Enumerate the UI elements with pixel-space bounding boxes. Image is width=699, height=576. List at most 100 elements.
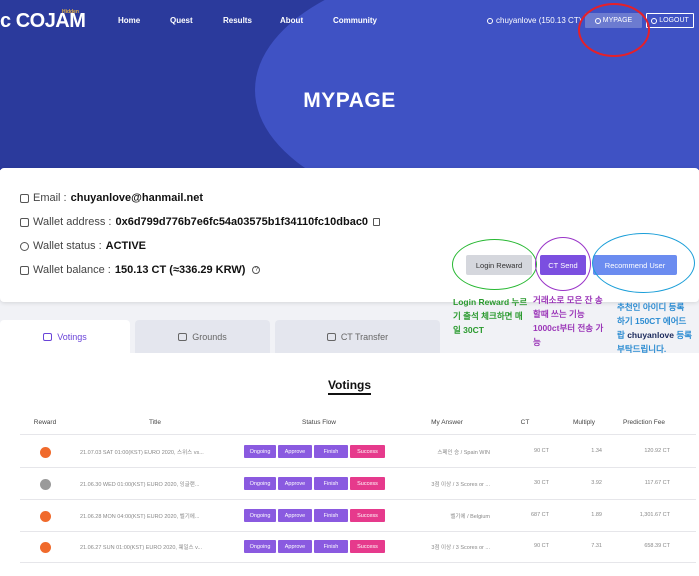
row-ct: 30 CT bbox=[534, 480, 549, 486]
tab-grounds-label: Grounds bbox=[192, 332, 227, 342]
annotation-note-green: Login Reward 누르기 출석 체크하면 매일 30CT bbox=[453, 297, 528, 335]
row-multiply: 3.92 bbox=[591, 480, 602, 486]
status-flow: Ongoing Approve Finish Success bbox=[244, 540, 385, 553]
page-title: MYPAGE bbox=[303, 89, 396, 112]
logout-icon bbox=[651, 17, 658, 24]
status-ongoing: Ongoing bbox=[244, 477, 276, 490]
table-row[interactable]: 21.06.27 SUN 01:00(KST) EURO 2020, 웨일스 v… bbox=[0, 532, 699, 562]
status-approve: Approve bbox=[278, 540, 312, 553]
col-prediction-fee: Prediction Fee bbox=[623, 419, 665, 426]
row-divider bbox=[20, 499, 696, 500]
row-divider bbox=[20, 467, 696, 468]
table-row[interactable]: 21.06.30 WED 01:00(KST) EURO 2020, 잉글랜..… bbox=[0, 469, 699, 499]
user-balance-text: chuyanlove (150.13 CT) bbox=[496, 16, 582, 25]
col-ct: CT bbox=[520, 419, 530, 426]
col-reward: Reward bbox=[33, 419, 57, 426]
reward-indicator bbox=[40, 542, 51, 553]
row-ct: 90 CT bbox=[534, 543, 549, 549]
nav-quest[interactable]: Quest bbox=[170, 16, 193, 25]
wallet-address-label: Wallet address : bbox=[33, 216, 112, 228]
reward-indicator bbox=[40, 511, 51, 522]
wallet-status-value: ACTIVE bbox=[105, 240, 147, 252]
annotation-note-blue: 추천인 아이디 등록 하기 150CT 에어드랍 chuyanlove 등록 부… bbox=[617, 300, 692, 356]
status-finish: Finish bbox=[314, 477, 348, 490]
row-title: 21.06.28 MON 04:00(KST) EURO 2020, 벨기에..… bbox=[80, 514, 200, 520]
grounds-icon bbox=[178, 333, 188, 341]
table-row[interactable]: 21.06.28 MON 04:00(KST) EURO 2020, 벨기에..… bbox=[0, 501, 699, 531]
email-row: Email : chuyanlove@hanmail.net bbox=[20, 192, 203, 204]
reward-indicator bbox=[40, 479, 51, 490]
status-ongoing: Ongoing bbox=[244, 445, 276, 458]
row-answer: 3점 이상 / 3 Scores or ... bbox=[431, 545, 490, 551]
wallet-balance-value: 150.13 CT (≈336.29 KRW) bbox=[114, 264, 246, 276]
nav-home[interactable]: Home bbox=[118, 16, 140, 25]
row-ct: 687 CT bbox=[530, 512, 549, 518]
account-card bbox=[0, 168, 699, 302]
status-success: Success bbox=[350, 477, 385, 490]
annotation-circle-purple bbox=[535, 237, 591, 291]
tab-ct-transfer[interactable]: CT Transfer bbox=[275, 320, 440, 354]
nav-community[interactable]: Community bbox=[333, 16, 377, 25]
logout-button[interactable]: LOGOUT bbox=[646, 13, 694, 28]
status-success: Success bbox=[350, 445, 385, 458]
user-balance: chuyanlove (150.13 CT) bbox=[487, 16, 581, 25]
col-multiply: Multiply bbox=[572, 419, 596, 426]
status-success: Success bbox=[350, 509, 385, 522]
email-icon bbox=[20, 193, 29, 203]
status-finish: Finish bbox=[314, 509, 348, 522]
tab-votings[interactable]: Votings bbox=[0, 320, 130, 354]
row-prediction-fee: 658.39 CT bbox=[644, 543, 670, 549]
nav-results[interactable]: Results bbox=[223, 16, 252, 25]
transfer-icon bbox=[326, 333, 336, 341]
wallet-address-value: 0x6d799d776b7e6fc54a03575b1f34110fc10dba… bbox=[115, 216, 369, 228]
row-prediction-fee: 120.92 CT bbox=[644, 448, 670, 454]
wallet-status-row: Wallet status : ACTIVE bbox=[20, 240, 146, 252]
email-value: chuyanlove@hanmail.net bbox=[70, 192, 203, 204]
status-success: Success bbox=[350, 540, 385, 553]
tab-votings-label: Votings bbox=[57, 332, 87, 342]
row-title: 21.06.30 WED 01:00(KST) EURO 2020, 잉글랜..… bbox=[80, 482, 200, 488]
annotation-note-blue-name: chuyanlove bbox=[627, 330, 674, 340]
row-multiply: 1.89 bbox=[591, 512, 602, 518]
wallet-address-row: Wallet address : 0x6d799d776b7e6fc54a035… bbox=[20, 216, 381, 228]
col-title: Title bbox=[148, 419, 162, 426]
logo-mark-icon: c bbox=[0, 10, 16, 32]
logout-label: LOGOUT bbox=[659, 17, 689, 24]
status-approve: Approve bbox=[278, 445, 312, 458]
status-icon bbox=[20, 241, 29, 251]
row-prediction-fee: 117.67 CT bbox=[644, 480, 670, 486]
row-multiply: 7.31 bbox=[591, 543, 602, 549]
logo-subtext: Hidden bbox=[62, 9, 79, 15]
votings-title-text: Votings bbox=[327, 378, 372, 395]
help-icon[interactable]: ? bbox=[252, 266, 261, 274]
row-multiply: 1.34 bbox=[591, 448, 602, 454]
table-row[interactable]: 21.07.03 SAT 01:00(KST) EURO 2020, 스위스 v… bbox=[0, 437, 699, 467]
row-answer: 벨기에 / Belgium bbox=[450, 514, 490, 520]
status-approve: Approve bbox=[278, 509, 312, 522]
nav-about[interactable]: About bbox=[280, 16, 303, 25]
row-ct: 90 CT bbox=[534, 448, 549, 454]
status-flow: Ongoing Approve Finish Success bbox=[244, 509, 385, 522]
annotation-circle-red bbox=[578, 3, 650, 57]
row-title: 21.07.03 SAT 01:00(KST) EURO 2020, 스위스 v… bbox=[80, 450, 204, 456]
row-answer: 3점 이상 / 3 Scores or ... bbox=[431, 482, 490, 488]
balance-icon bbox=[20, 265, 29, 275]
status-approve: Approve bbox=[278, 477, 312, 490]
wallet-status-label: Wallet status : bbox=[33, 240, 102, 252]
status-ongoing: Ongoing bbox=[244, 509, 276, 522]
wallet-balance-label: Wallet balance : bbox=[33, 264, 111, 276]
reward-indicator bbox=[40, 447, 51, 458]
row-prediction-fee: 1,301.67 CT bbox=[639, 512, 670, 518]
row-answer: 스페인 승 / Spain WIN bbox=[437, 450, 490, 456]
row-divider bbox=[20, 562, 696, 563]
email-label: Email : bbox=[33, 192, 67, 204]
user-icon bbox=[487, 17, 493, 24]
tab-grounds[interactable]: Grounds bbox=[135, 320, 270, 354]
wallet-balance-row: Wallet balance : 150.13 CT (≈336.29 KRW)… bbox=[20, 264, 261, 276]
col-status-flow: Status Flow bbox=[302, 419, 336, 426]
status-flow: Ongoing Approve Finish Success bbox=[244, 445, 385, 458]
annotation-circle-green bbox=[452, 239, 537, 290]
col-my-answer: My Answer bbox=[431, 419, 463, 426]
copy-icon[interactable] bbox=[373, 218, 381, 226]
annotation-note-purple: 거래소로 모은 잔 송할때 쓰는 기능 1000ct부터 전송 가능 bbox=[533, 295, 604, 347]
